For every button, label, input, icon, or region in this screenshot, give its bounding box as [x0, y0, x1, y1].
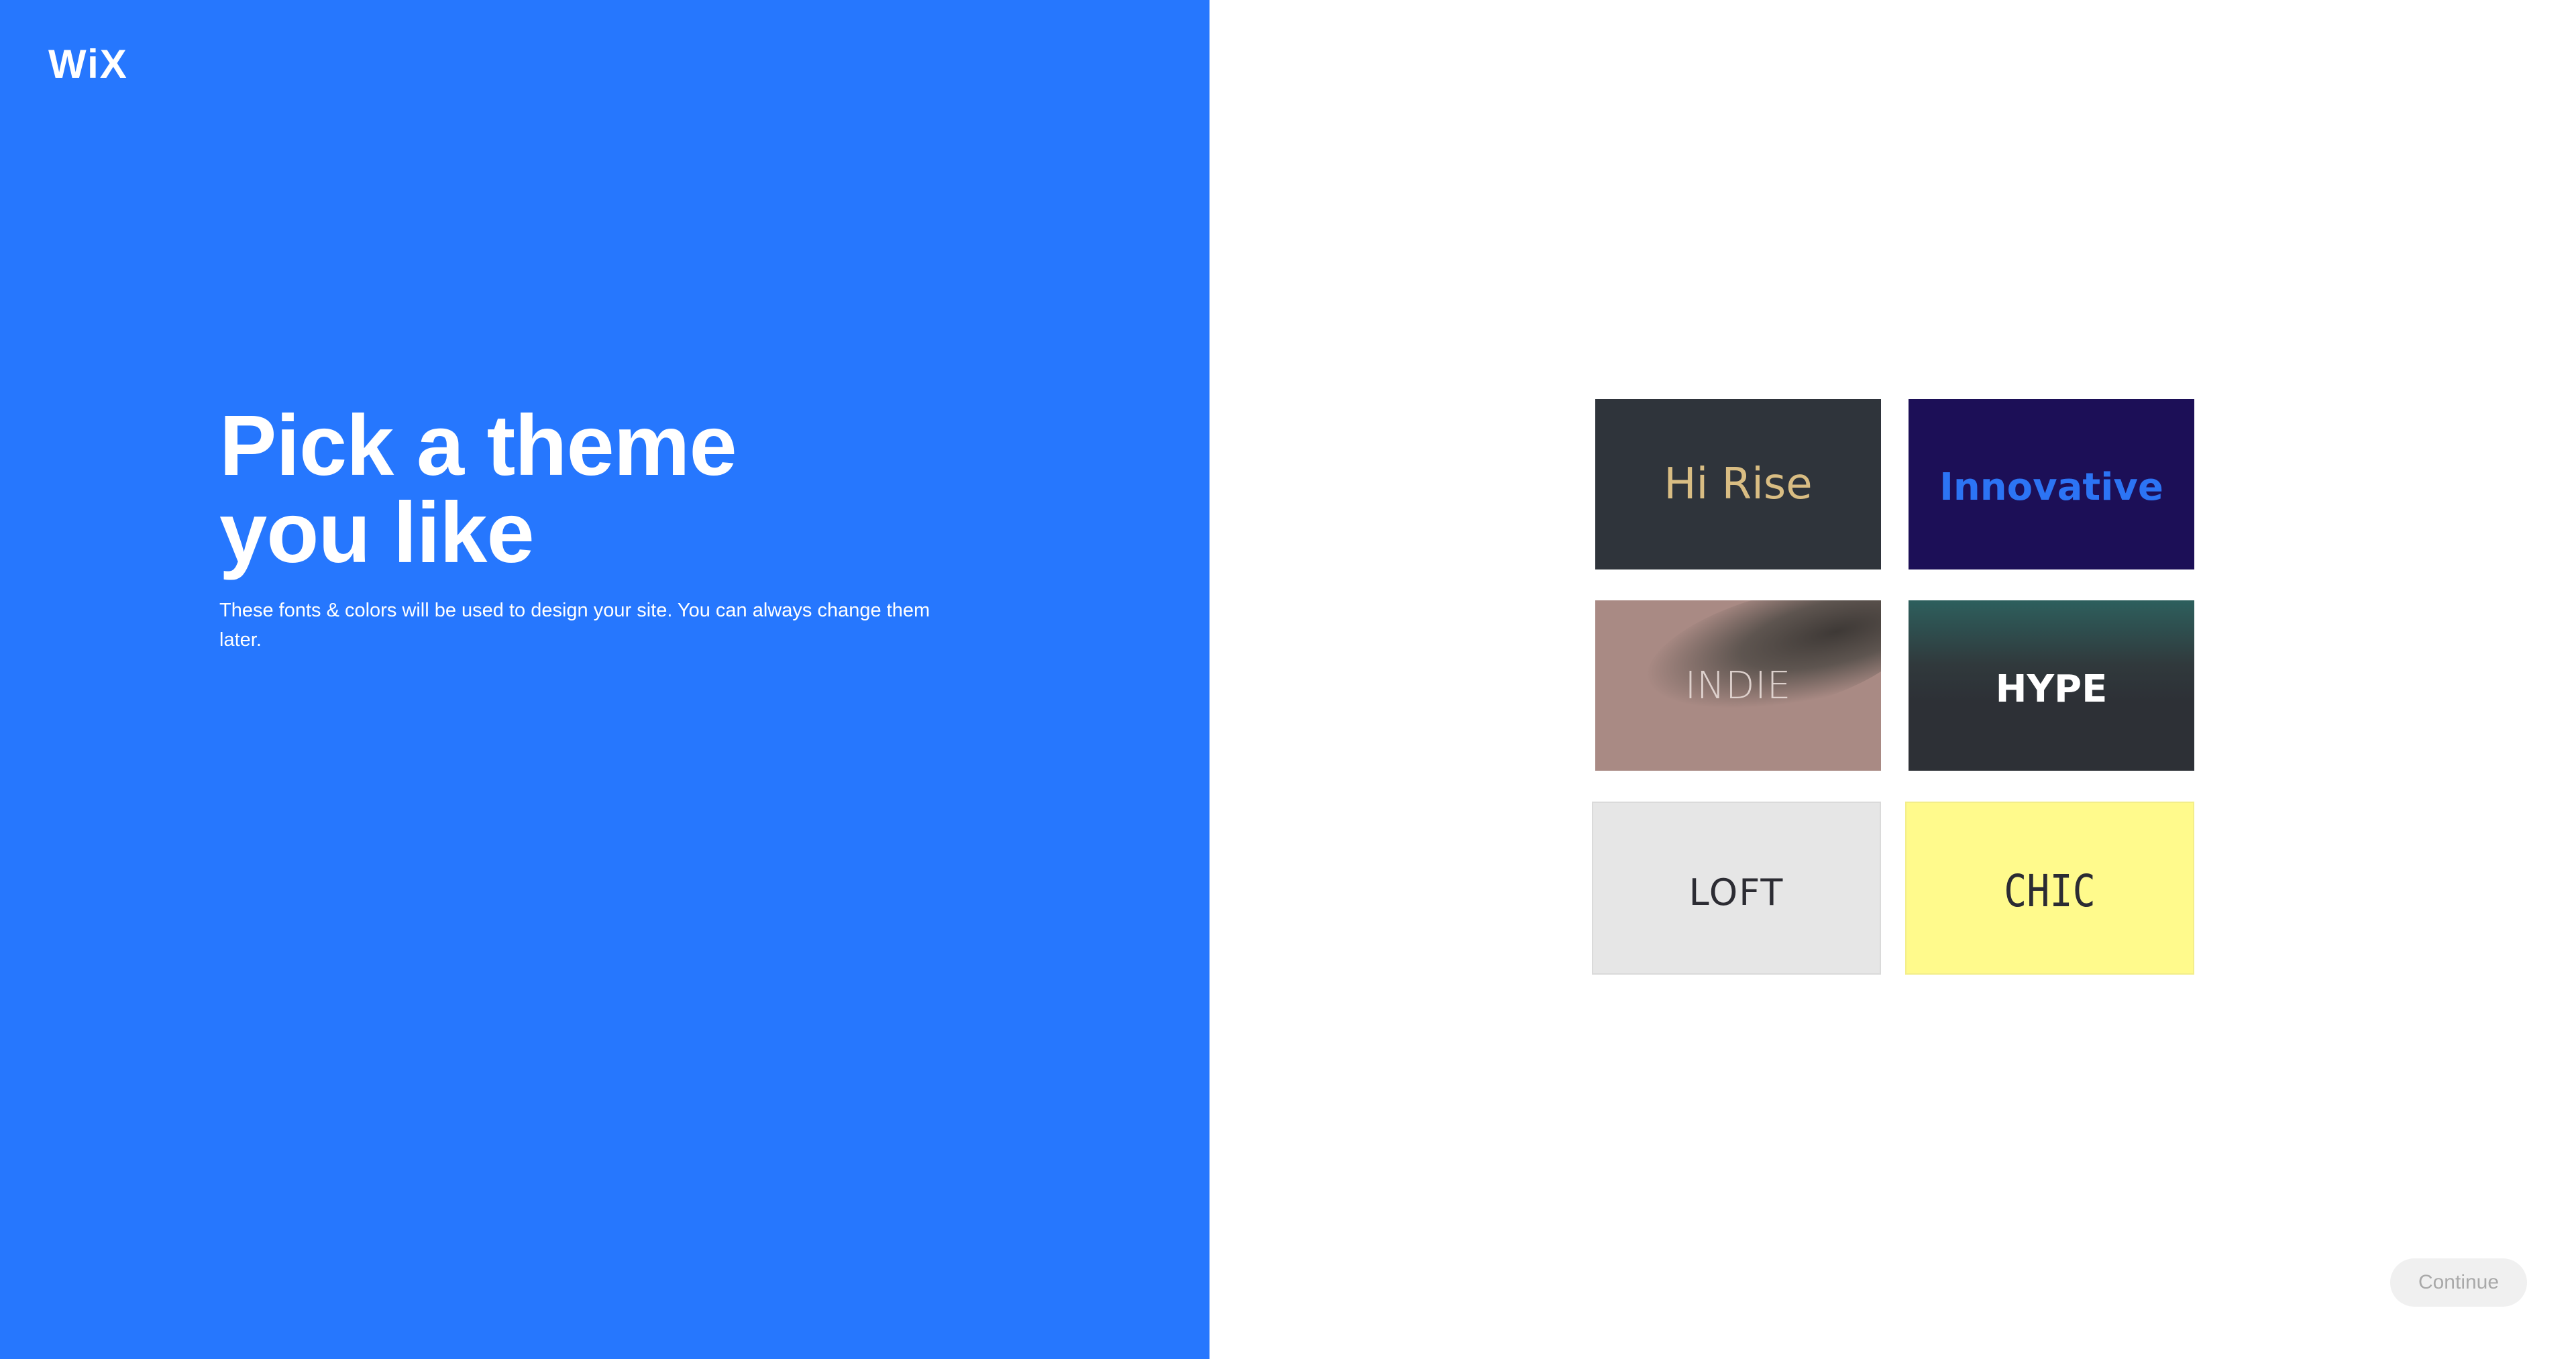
theme-card-label: HYPE	[1995, 667, 2108, 711]
theme-card-chic[interactable]: CHIC	[1905, 802, 2194, 975]
page-subtitle: These fonts & colors will be used to des…	[219, 600, 930, 651]
page-title-line-2: you like	[219, 485, 535, 581]
theme-card-label: CHIC	[2004, 865, 2096, 917]
theme-card-label: Innovative	[1939, 465, 2163, 509]
theme-card-label: LOFT	[1688, 871, 1784, 914]
theme-card-hi-rise[interactable]: Hi Rise	[1595, 399, 1881, 569]
page-title: Pick a theme you like	[219, 402, 737, 577]
theme-grid-panel	[1210, 0, 2576, 1359]
theme-card-hype[interactable]: HYPE	[1909, 600, 2194, 771]
theme-card-indie[interactable]: INDIE	[1595, 600, 1881, 771]
theme-card-label: Hi Rise	[1664, 459, 1813, 509]
theme-card-loft[interactable]: LOFT	[1592, 802, 1881, 975]
continue-button[interactable]: Continue	[2390, 1258, 2527, 1307]
page-title-line-1: Pick a theme	[219, 398, 737, 494]
theme-picker-page: WiX Pick a theme you like These fonts & …	[0, 0, 2576, 1359]
theme-card-innovative[interactable]: Innovative	[1909, 399, 2194, 569]
wix-logo: WiX	[48, 42, 128, 87]
theme-card-label: INDIE	[1684, 663, 1792, 708]
intro-panel: WiX Pick a theme you like These fonts & …	[0, 0, 1210, 1359]
